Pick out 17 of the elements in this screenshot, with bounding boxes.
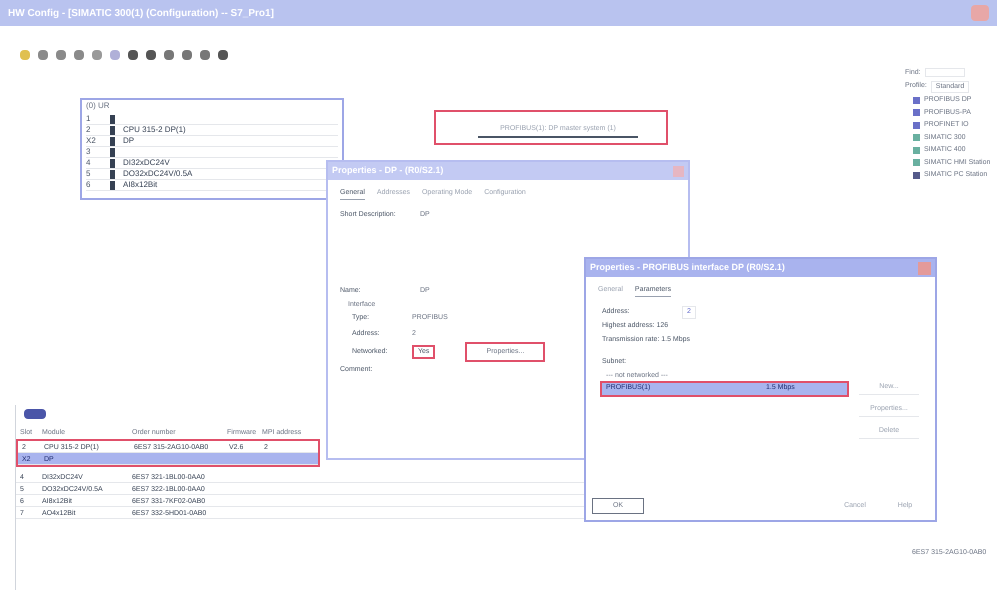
module-name: AI8x12Bit xyxy=(123,179,158,191)
module-name: CPU 315-2 DP(1) xyxy=(123,124,186,136)
module-name: DO32xDC24V/0.5A xyxy=(123,168,192,180)
slot-number: 5 xyxy=(86,168,92,180)
slot-number: 6 xyxy=(86,179,92,191)
slot-number: 4 xyxy=(86,157,92,169)
dialog-title: Properties - DP - (R0/S2.1) xyxy=(332,164,444,178)
find-field[interactable] xyxy=(924,68,965,77)
slot-number: 2 xyxy=(86,124,92,136)
dialog-title: Properties - PROFIBUS interface DP (R0/S2.1) xyxy=(590,261,785,274)
module-name: DP xyxy=(123,135,134,147)
slot-number: X2 xyxy=(86,135,97,147)
slot-number: 1 xyxy=(86,113,92,125)
window-title: HW Config - [SIMATIC 300(1) (Configuration) -- S7_Pro1] xyxy=(8,6,274,20)
slot-number: 3 xyxy=(86,146,92,158)
rack-title: (0) UR xyxy=(85,100,111,112)
module-name: DI32xDC24V xyxy=(123,157,170,169)
